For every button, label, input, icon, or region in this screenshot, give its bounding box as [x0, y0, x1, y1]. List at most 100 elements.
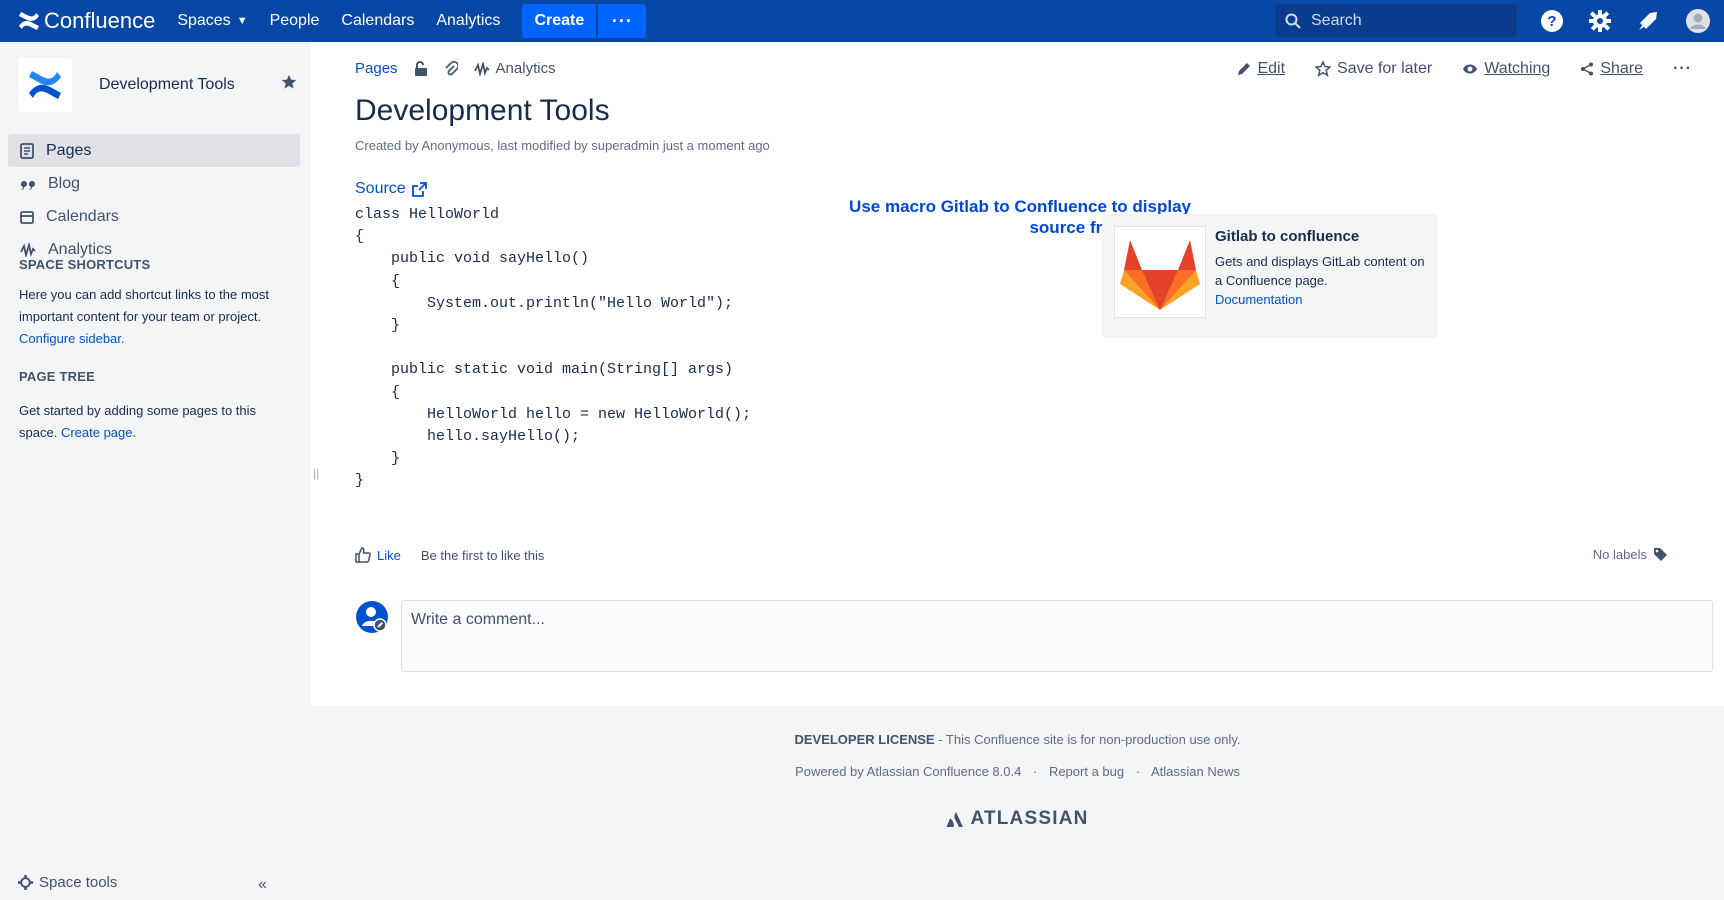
- space-shortcuts-section: SPACE SHORTCUTS Here you can add shortcu…: [19, 254, 289, 350]
- spaces-label: Spaces: [177, 12, 231, 29]
- page-actions: Edit Save for later Watching Share ···: [1207, 60, 1692, 78]
- page-footer: DEVELOPER LICENSE - This Confluence site…: [311, 706, 1724, 900]
- confluence-logo[interactable]: Confluence: [18, 8, 155, 34]
- attachment-icon[interactable]: [444, 60, 458, 77]
- space-header[interactable]: Development Tools: [18, 58, 235, 112]
- create-page-link[interactable]: Create page: [61, 425, 133, 440]
- space-name[interactable]: Development Tools: [99, 76, 235, 94]
- page-tree-description: Get started by adding some pages to this…: [19, 403, 257, 440]
- period: .: [120, 331, 125, 346]
- sidebar-item-pages[interactable]: Pages: [8, 134, 300, 167]
- space-tools-button[interactable]: Space tools: [18, 874, 117, 891]
- atlassian-news-link[interactable]: Atlassian News: [1151, 764, 1240, 779]
- confluence-space-icon: [29, 71, 61, 99]
- like-row: Like Be the first to like this: [355, 547, 544, 563]
- analytics-icon: [473, 61, 490, 76]
- footer-links: Powered by Atlassian Confluence 8.0.4 · …: [311, 764, 1724, 779]
- page-tree-heading: PAGE TREE: [19, 369, 95, 384]
- atlassian-wordmark: ATLASSIAN: [970, 808, 1089, 829]
- eye-icon: [1463, 64, 1478, 74]
- user-avatar-icon[interactable]: [1685, 8, 1711, 34]
- macro-description: Gets and displays GitLab content on a Co…: [1215, 254, 1425, 288]
- create-button[interactable]: Create: [522, 4, 597, 38]
- comment-input[interactable]: Write a comment...: [401, 600, 1713, 672]
- labels-text: No labels: [1592, 547, 1647, 562]
- quote-icon: [20, 180, 35, 190]
- like-status-text: Be the first to like this: [420, 547, 545, 563]
- space-shortcuts-heading: SPACE SHORTCUTS: [19, 257, 151, 272]
- page-title: Development Tools: [355, 94, 610, 127]
- watching-label: Watching: [1484, 60, 1551, 77]
- top-navigation-bar: Confluence Spaces ▼ People Calendars Anal…: [0, 0, 1724, 42]
- breadcrumb: Pages Analytics: [355, 60, 556, 77]
- edit-button[interactable]: Edit: [1237, 60, 1285, 78]
- search-input[interactable]: Search: [1275, 4, 1517, 37]
- pencil-icon: [1238, 63, 1251, 75]
- user-avatar-icon: [356, 601, 388, 633]
- collapse-sidebar-icon[interactable]: «: [258, 876, 267, 894]
- sidebar-item-calendars[interactable]: Calendars: [8, 200, 300, 233]
- calendars-link[interactable]: Calendars: [341, 12, 414, 30]
- save-for-later-button[interactable]: Save for later: [1315, 60, 1432, 78]
- svg-text:?: ?: [1547, 13, 1556, 30]
- space-logo[interactable]: [18, 58, 72, 112]
- atlassian-logo[interactable]: ATLASSIAN: [311, 808, 1724, 830]
- sidebar-item-label: Pages: [46, 141, 92, 159]
- spaces-menu[interactable]: Spaces ▼: [177, 12, 247, 30]
- tag-icon: [1654, 548, 1667, 561]
- report-bug-link[interactable]: Report a bug: [1049, 764, 1124, 779]
- gear-icon: [18, 875, 33, 890]
- notifications-icon[interactable]: [1635, 8, 1661, 34]
- source-link[interactable]: Source: [355, 180, 427, 198]
- sidebar-navigation: Pages Blog Calendars Analytics: [8, 134, 300, 266]
- share-button[interactable]: Share: [1580, 60, 1643, 78]
- analytics-label: Analytics: [495, 60, 556, 77]
- thumbs-up-icon: [355, 547, 371, 563]
- more-actions-button[interactable]: ···: [1673, 60, 1692, 78]
- analytics-link[interactable]: Analytics: [436, 12, 500, 30]
- macro-documentation-link[interactable]: Documentation: [1215, 292, 1302, 307]
- star-icon[interactable]: [281, 74, 297, 95]
- share-icon: [1581, 62, 1594, 76]
- gitlab-logo: [1114, 226, 1206, 318]
- sidebar-item-label: Blog: [48, 174, 81, 192]
- product-name: Confluence: [44, 8, 156, 33]
- space-shortcuts-text: Here you can add shortcut links to the m…: [19, 284, 289, 350]
- separator: ·: [1032, 764, 1038, 779]
- page-analytics-link[interactable]: Analytics: [473, 60, 556, 77]
- pages-icon: [20, 142, 34, 159]
- page-byline: Created by Anonymous, last modified by s…: [355, 138, 770, 153]
- create-more-button[interactable]: ···: [598, 4, 647, 38]
- search-icon: [1285, 13, 1301, 29]
- separator: ·: [1135, 764, 1141, 779]
- confluence-logo-icon: [19, 12, 39, 30]
- help-icon[interactable]: ?: [1539, 8, 1565, 34]
- main-content: Pages Analytics Edit Save for later Watc…: [311, 42, 1724, 706]
- license-text: - This Confluence site is for non-produc…: [934, 732, 1241, 747]
- calendar-icon: [20, 210, 34, 224]
- people-link[interactable]: People: [270, 12, 320, 30]
- save-for-later-label: Save for later: [1337, 60, 1433, 77]
- chevron-down-icon: ▼: [236, 15, 248, 27]
- configure-sidebar-link[interactable]: Configure sidebar: [19, 331, 121, 346]
- unlock-icon[interactable]: [414, 60, 428, 77]
- powered-by-link[interactable]: Powered by Atlassian Confluence 8.0.4: [795, 764, 1021, 779]
- like-label: Like: [377, 547, 401, 563]
- search-placeholder: Search: [1311, 11, 1362, 29]
- shortcuts-description: Here you can add shortcut links to the m…: [19, 287, 270, 324]
- sidebar-item-blog[interactable]: Blog: [8, 167, 300, 200]
- source-code-block: class HelloWorld { public void sayHello(…: [355, 206, 752, 490]
- share-label: Share: [1600, 60, 1644, 77]
- watching-button[interactable]: Watching: [1462, 60, 1550, 78]
- breadcrumb-pages[interactable]: Pages: [355, 60, 398, 77]
- external-link-icon: [411, 181, 427, 197]
- settings-icon[interactable]: [1587, 8, 1613, 34]
- commenter-avatar: [355, 600, 389, 634]
- source-label: Source: [355, 180, 406, 197]
- macro-title: Gitlab to confluence: [1215, 228, 1360, 245]
- space-tools-label: Space tools: [39, 874, 118, 891]
- sidebar-item-label: Calendars: [46, 207, 119, 225]
- labels-area[interactable]: No labels: [1593, 547, 1668, 562]
- like-button[interactable]: Like: [355, 547, 401, 563]
- license-notice: DEVELOPER LICENSE - This Confluence site…: [311, 732, 1724, 747]
